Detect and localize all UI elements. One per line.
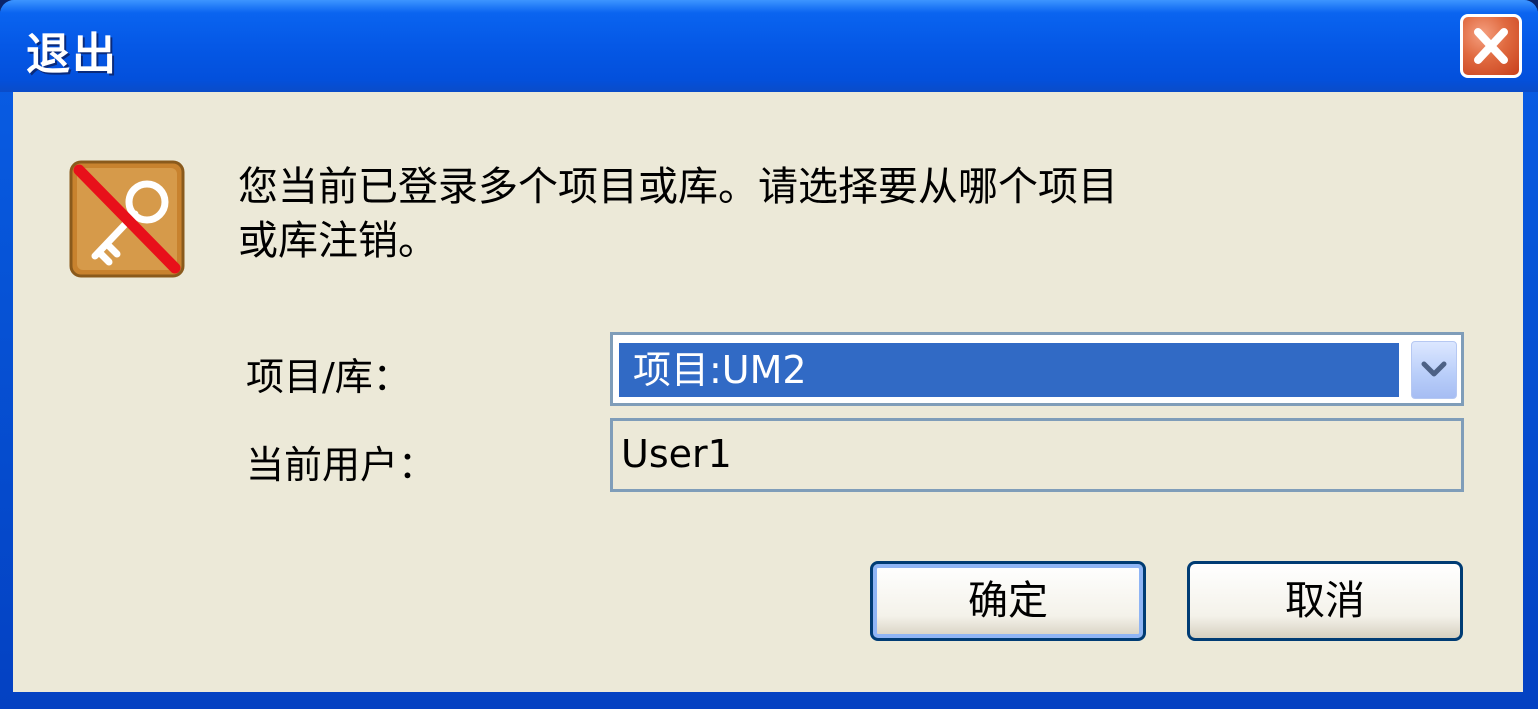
dialog-message: 您当前已登录多个项目或库。请选择要从哪个项目 或库注销。: [238, 160, 1238, 268]
dialog-body: 您当前已登录多个项目或库。请选择要从哪个项目 或库注销。 项目/库： 项目:UM…: [13, 92, 1523, 692]
project-dropdown-button[interactable]: [1411, 341, 1457, 399]
user-label: 当前用户：: [246, 443, 437, 487]
message-line-1: 您当前已登录多个项目或库。请选择要从哪个项目: [238, 164, 1118, 210]
current-user-field: User1: [610, 418, 1464, 492]
title-bar[interactable]: 退出: [0, 0, 1538, 92]
cancel-button[interactable]: 取消: [1187, 561, 1463, 641]
chevron-down-icon: [1421, 361, 1447, 377]
close-button[interactable]: [1460, 14, 1522, 78]
close-icon: [1474, 28, 1508, 64]
ok-button[interactable]: 确定: [870, 561, 1146, 641]
project-selected-value: 项目:UM2: [619, 343, 1399, 397]
message-line-2: 或库注销。: [238, 218, 438, 264]
logout-key-icon: [69, 160, 185, 278]
logout-dialog: 退出 您当前已登录多个项目或库。请选择要从哪个项目 或库注销。 项目/库： 项目…: [0, 0, 1538, 709]
project-select[interactable]: 项目:UM2: [610, 332, 1464, 406]
project-label: 项目/库：: [246, 355, 411, 399]
window-title: 退出: [26, 29, 118, 80]
